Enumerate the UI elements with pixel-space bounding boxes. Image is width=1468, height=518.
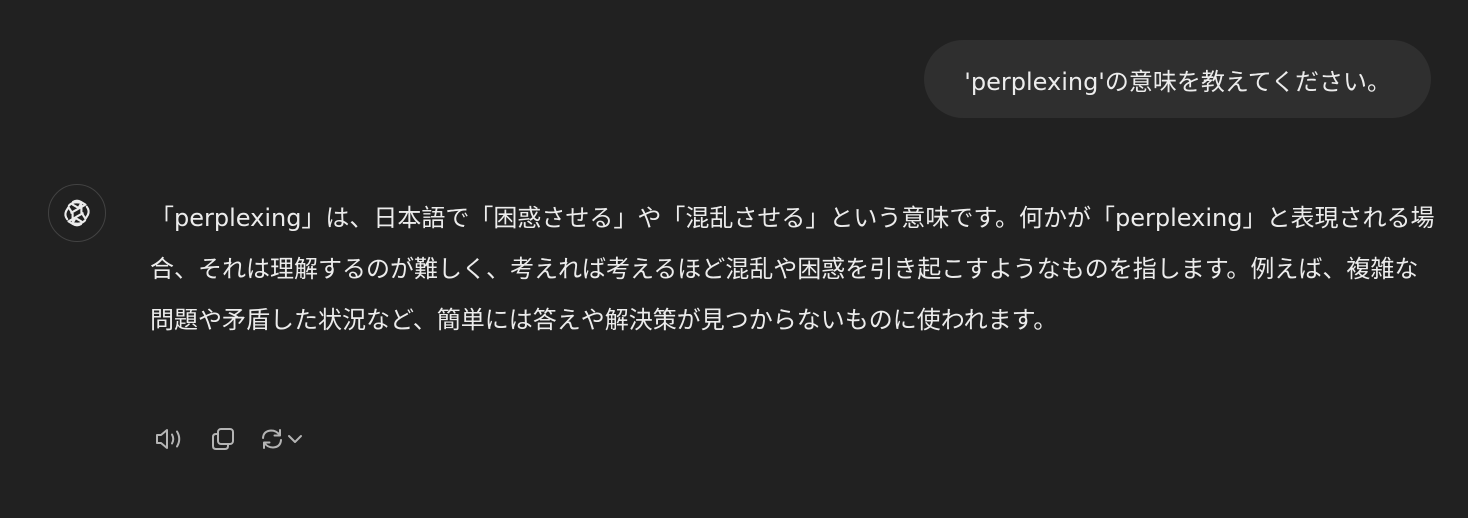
copy-icon [212,428,234,450]
user-message-bubble: 'perplexing'の意味を教えてください。 [924,40,1431,118]
chevron-down-icon [288,435,302,443]
read-aloud-button[interactable] [150,421,190,457]
speaker-icon [156,429,181,449]
user-message-text: 'perplexing'の意味を教えてください。 [964,67,1391,96]
copy-button[interactable] [206,421,240,457]
message-actions [150,421,304,457]
openai-logo-icon [64,199,90,227]
refresh-icon [262,429,282,449]
regenerate-button[interactable] [258,421,304,457]
assistant-message-text: 「perplexing」は、日本語で「困惑させる」や「混乱させる」という意味です… [150,204,1435,334]
assistant-avatar [48,184,106,242]
